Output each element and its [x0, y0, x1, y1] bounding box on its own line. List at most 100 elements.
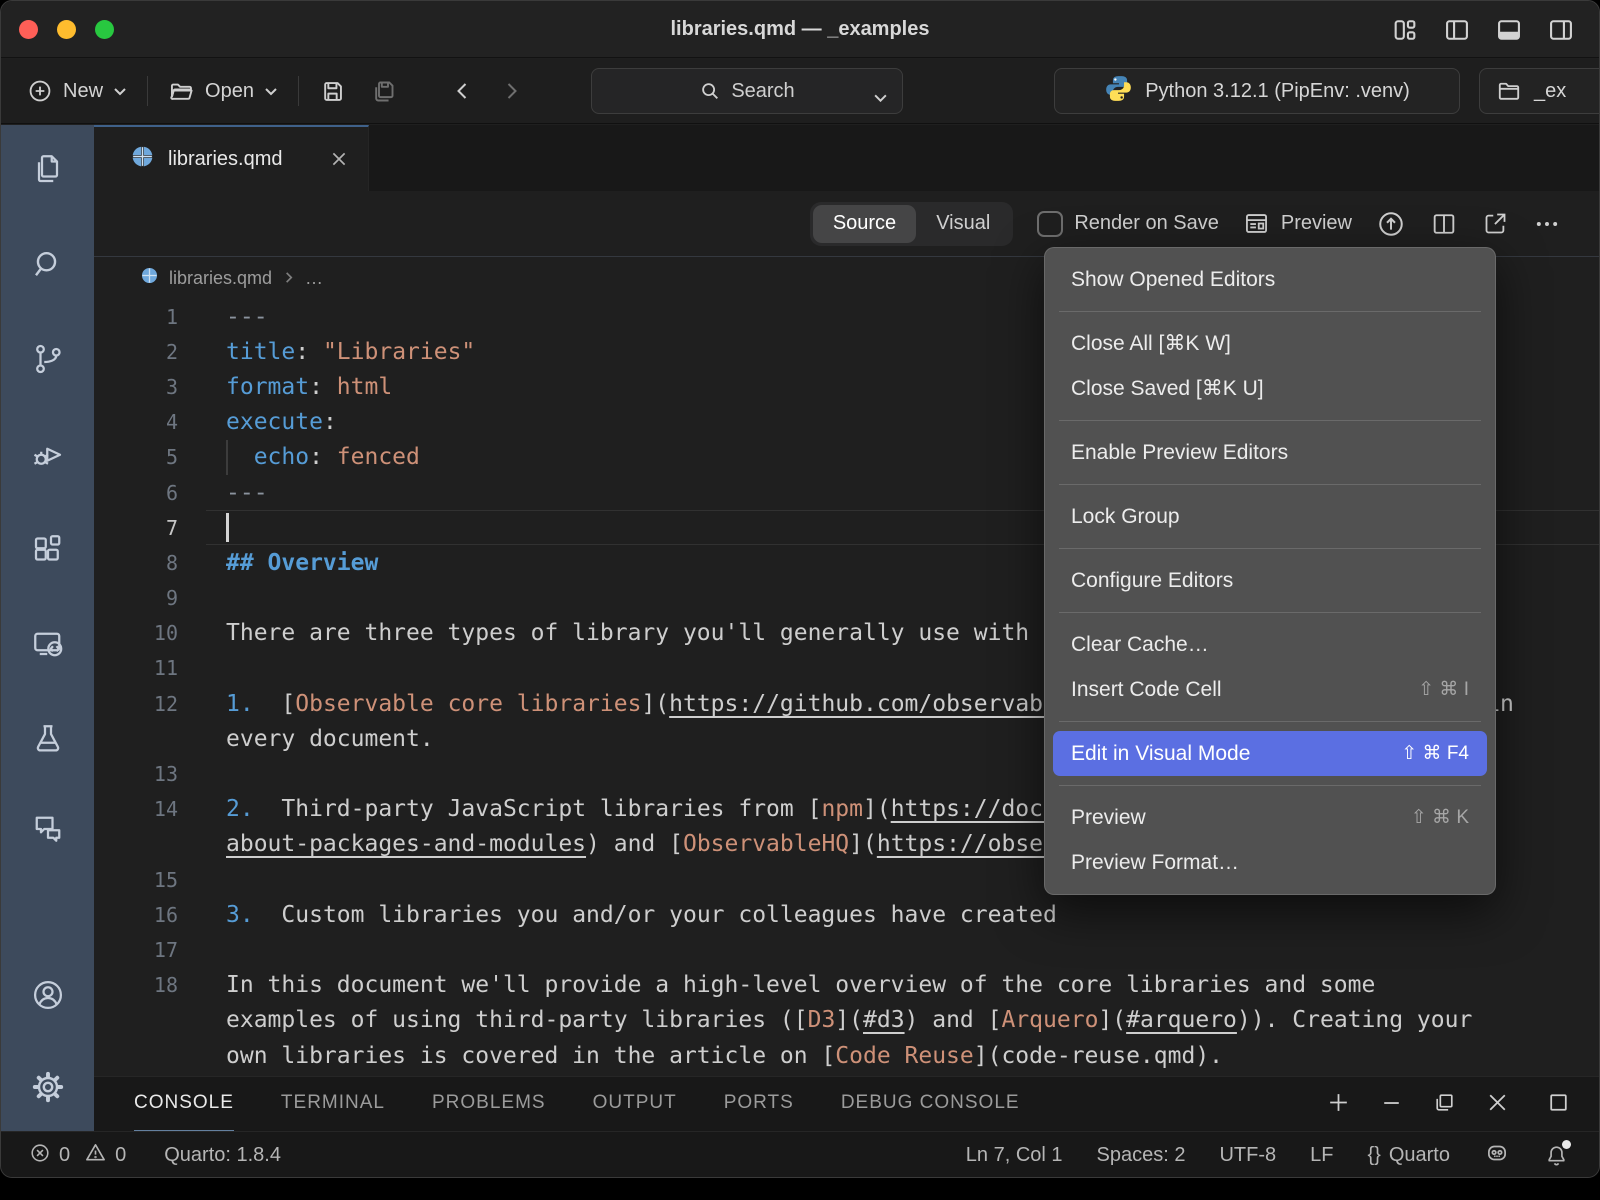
code-token: own libraries is covered in the article … — [226, 1043, 835, 1069]
chevron-right-icon — [499, 79, 523, 103]
save-button[interactable] — [307, 68, 358, 114]
menu-item-close-saved-k-u[interactable]: Close Saved [⌘K U] — [1053, 366, 1487, 411]
quarto-version-label: Quarto: 1.8.4 — [164, 1144, 281, 1167]
testing-icon[interactable] — [1, 707, 94, 771]
menu-item-configure-editors[interactable]: Configure Editors — [1053, 558, 1487, 603]
warning-icon — [84, 1141, 107, 1170]
line-number: 14 — [94, 797, 178, 821]
code-token: ]( — [1098, 1007, 1126, 1033]
code-line[interactable]: 163. Custom libraries you and/or your co… — [94, 897, 1599, 932]
code-line[interactable]: 17 — [94, 932, 1599, 967]
toggle-secondary-sidebar-icon[interactable] — [1547, 16, 1575, 44]
source-mode-button[interactable]: Source — [813, 205, 916, 243]
menu-item-preview[interactable]: Preview⇧ ⌘ K — [1053, 795, 1487, 840]
copilot-icon[interactable] — [1484, 1140, 1510, 1172]
line-number: 7 — [94, 516, 178, 540]
encoding-label: UTF-8 — [1219, 1144, 1276, 1167]
code-token: [ — [254, 691, 296, 717]
comments-icon[interactable] — [1, 797, 94, 861]
encoding-status[interactable]: UTF-8 — [1219, 1144, 1276, 1167]
maximize-panel-icon[interactable] — [1546, 1090, 1571, 1120]
code-token: every document. — [226, 726, 434, 752]
problems-status[interactable]: 0 0 — [29, 1141, 126, 1170]
toggle-primary-sidebar-icon[interactable] — [1443, 16, 1471, 44]
menu-item-lock-group[interactable]: Lock Group — [1053, 494, 1487, 539]
render-on-save-checkbox[interactable] — [1037, 211, 1063, 237]
account-icon[interactable] — [1, 963, 94, 1027]
menu-separator — [1059, 785, 1481, 786]
panel-tab-ports[interactable]: PORTS — [724, 1077, 794, 1132]
run-and-debug-icon[interactable] — [1, 422, 94, 486]
menu-item-insert-code-cell[interactable]: Insert Code Cell⇧ ⌘ I — [1053, 667, 1487, 712]
customize-layout-icon[interactable] — [1391, 16, 1419, 44]
line-number: 10 — [94, 621, 178, 645]
code-line[interactable]: own libraries is covered in the article … — [94, 1038, 1599, 1073]
interpreter-selector-button[interactable]: Python 3.12.1 (PipEnv: .venv) — [1054, 68, 1460, 114]
panel-tab-terminal[interactable]: TERMINAL — [281, 1077, 385, 1132]
settings-gear-icon[interactable] — [1, 1055, 94, 1119]
more-actions-icon[interactable] — [1533, 210, 1561, 238]
python-logo-icon — [1104, 74, 1133, 109]
navigate-back-button[interactable] — [439, 68, 487, 114]
menu-item-edit-in-visual-mode[interactable]: Edit in Visual Mode⇧ ⌘ F4 — [1053, 731, 1487, 776]
code-line[interactable]: 18In this document we'll provide a high-… — [94, 968, 1599, 1003]
preview-icon — [1243, 210, 1270, 237]
preview-button[interactable]: Preview — [1243, 210, 1352, 237]
search-input[interactable]: Search — [591, 68, 903, 114]
indent-guide — [226, 440, 228, 475]
search-icon[interactable] — [1, 232, 94, 296]
line-number: 9 — [94, 586, 178, 610]
status-bar: 0 0 Quarto: 1.8.4 Ln 7, Col 1 Spaces: 2 … — [1, 1131, 1599, 1178]
render-up-icon[interactable] — [1376, 209, 1406, 239]
new-console-plus-icon[interactable] — [1326, 1090, 1351, 1120]
menu-separator — [1059, 548, 1481, 549]
code-line-text: own libraries is covered in the article … — [226, 1043, 1223, 1069]
indentation-status[interactable]: Spaces: 2 — [1097, 1144, 1186, 1167]
close-tab-icon[interactable] — [330, 150, 348, 168]
line-number: 5 — [94, 445, 178, 469]
chevron-down-icon — [113, 86, 127, 96]
panel-tab-console[interactable]: CONSOLE — [134, 1077, 234, 1132]
minimize-panel-icon[interactable] — [1379, 1090, 1404, 1120]
workspace-button[interactable]: _ex — [1479, 68, 1600, 114]
eol-status[interactable]: LF — [1310, 1144, 1333, 1167]
cursor-position-status[interactable]: Ln 7, Col 1 — [966, 1144, 1063, 1167]
save-all-button[interactable] — [358, 68, 409, 114]
navigate-forward-button[interactable] — [487, 68, 535, 114]
breadcrumb-file[interactable]: libraries.qmd — [169, 268, 272, 289]
panel-tab-problems[interactable]: PROBLEMS — [432, 1077, 546, 1132]
menu-item-label: Insert Code Cell — [1071, 678, 1222, 702]
explorer-icon[interactable] — [1, 137, 94, 201]
new-button[interactable]: New — [15, 68, 139, 114]
menu-item-preview-format[interactable]: Preview Format… — [1053, 840, 1487, 885]
menu-item-close-all-k-w[interactable]: Close All [⌘K W] — [1053, 321, 1487, 366]
quarto-version-status[interactable]: Quarto: 1.8.4 — [164, 1144, 281, 1167]
menu-item-show-opened-editors[interactable]: Show Opened Editors — [1053, 257, 1487, 302]
visual-mode-button[interactable]: Visual — [916, 205, 1010, 243]
source-control-icon[interactable] — [1, 327, 94, 391]
code-line[interactable]: examples of using third-party libraries … — [94, 1003, 1599, 1038]
title-bar: libraries.qmd — _examples — [1, 1, 1599, 58]
code-token: ) and [ — [586, 831, 683, 857]
interpreter-label: Python 3.12.1 (PipEnv: .venv) — [1145, 80, 1410, 103]
workspace-label: _ex — [1534, 80, 1566, 103]
breadcrumb-more[interactable]: … — [305, 268, 323, 289]
extensions-icon[interactable] — [1, 517, 94, 581]
language-mode-status[interactable]: {} Quarto — [1367, 1144, 1450, 1167]
chevron-left-icon — [451, 79, 475, 103]
console-sessions-icon[interactable] — [1, 613, 94, 677]
close-panel-icon[interactable] — [1485, 1090, 1510, 1120]
open-button[interactable]: Open — [156, 68, 290, 114]
code-token: ## Overview — [226, 550, 378, 576]
menu-item-clear-cache[interactable]: Clear Cache… — [1053, 622, 1487, 667]
split-editor-icon[interactable] — [1430, 210, 1458, 238]
tab-libraries-qmd[interactable]: libraries.qmd — [94, 125, 369, 191]
restore-panel-icon[interactable] — [1432, 1090, 1457, 1120]
panel-tab-debug-console[interactable]: DEBUG CONSOLE — [841, 1077, 1020, 1132]
notifications-bell-icon[interactable] — [1544, 1143, 1569, 1168]
render-on-save-label: Render on Save — [1074, 212, 1219, 235]
panel-tab-output[interactable]: OUTPUT — [593, 1077, 677, 1132]
menu-item-enable-preview-editors[interactable]: Enable Preview Editors — [1053, 430, 1487, 475]
open-in-new-window-icon[interactable] — [1482, 210, 1509, 237]
toggle-panel-icon[interactable] — [1495, 16, 1523, 44]
